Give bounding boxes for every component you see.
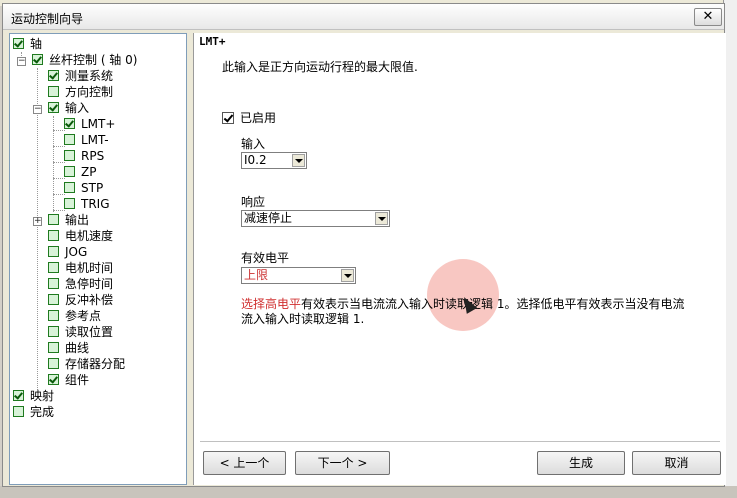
tree-item-zp[interactable]: ZP [64,165,96,181]
chevron-down-icon [375,212,388,225]
tree-item-direction[interactable]: 方向控制 [48,85,113,101]
tree-item-read-position[interactable]: 读取位置 [48,325,113,341]
tree-item-mapping[interactable]: 映射 [13,389,54,405]
enabled-label: 已启用 [240,111,277,125]
checkbox-icon [48,246,59,257]
expand-icon[interactable]: + [33,217,42,226]
tree-item-jog[interactable]: JOG [48,245,87,261]
checkbox-icon [48,214,59,225]
tree-item-component[interactable]: 组件 [48,373,89,389]
chevron-down-icon [292,154,305,167]
close-button[interactable]: ✕ [694,8,722,26]
checkbox-icon [48,310,59,321]
collapse-icon[interactable]: − [33,105,42,114]
checkbox-icon [64,198,75,209]
check-icon [48,102,59,113]
checkbox-icon [64,182,75,193]
tree-item-motor-speed[interactable]: 电机速度 [48,229,113,245]
tree-item-rps[interactable]: RPS [64,149,104,165]
divider [200,441,720,442]
close-icon: ✕ [702,9,714,24]
check-icon [48,374,59,385]
checkbox-icon [48,278,59,289]
tree-item-memory-allocation[interactable]: 存储器分配 [48,357,125,373]
tree-item-output[interactable]: 输出 [48,213,89,229]
tree-item-motor-time[interactable]: 电机时间 [48,261,113,277]
enabled-checkbox[interactable]: 已启用 [222,109,276,126]
prev-button[interactable]: < 上一个 [203,451,286,475]
tree-item-ref-point[interactable]: 参考点 [48,309,101,325]
check-icon [13,38,24,49]
active-level-select[interactable]: 上限 [241,267,356,284]
checkbox-icon [48,326,59,337]
checkbox-icon [64,166,75,177]
checkbox-icon [13,406,24,417]
response-label: 响应 [241,195,266,209]
tree-item-backlash[interactable]: 反冲补偿 [48,293,113,309]
tree-item-estop-time[interactable]: 急停时间 [48,277,113,293]
tree-item-stp[interactable]: STP [64,181,103,197]
tree-item-finish[interactable]: 完成 [13,405,54,421]
checkbox-icon [48,294,59,305]
tree-item-lmt-plus[interactable]: LMT+ [64,117,115,133]
cancel-button[interactable]: 取消 [632,451,721,475]
check-icon [64,118,75,129]
checkbox-icon [48,342,59,353]
tree-item-lmt-minus[interactable]: LMT- [64,133,109,149]
title-bar: 运动控制向导 ✕ [3,4,724,30]
input-select[interactable]: I0.2 [241,152,307,169]
checkbox-icon [48,86,59,97]
collapse-icon[interactable]: − [17,57,26,66]
tree-item-trig[interactable]: TRIG [64,197,110,213]
content-panel: LMT+ 此输入是正方向运动行程的最大限值. 已启用 输入 I0.2 响应 减速… [193,33,726,485]
page-title: LMT+ [199,35,226,48]
level-label: 有效电平 [241,251,290,265]
input-label: 输入 [241,137,266,151]
background-app-bottom [0,486,737,498]
check-icon [48,70,59,81]
check-icon [222,112,234,124]
tree-item-curve[interactable]: 曲线 [48,341,89,357]
page-description: 此输入是正方向运动行程的最大限值. [222,60,418,74]
tree-item-input[interactable]: 输入 [48,101,89,117]
checkbox-icon [64,150,75,161]
next-button[interactable]: 下一个 > [295,451,390,475]
checkbox-icon [64,134,75,145]
wizard-tree: 轴 − 丝杆控制 ( 轴 0) 测量系统 方向控制 − 输入 LMT+ LMT-… [9,33,187,485]
check-icon [13,390,24,401]
checkbox-icon [48,358,59,369]
tree-item-measure[interactable]: 测量系统 [48,69,113,85]
checkbox-icon [48,230,59,241]
check-icon [32,54,43,65]
checkbox-icon [48,262,59,273]
tree-item-axis[interactable]: 轴 [13,37,42,53]
response-select[interactable]: 减速停止 [241,210,390,227]
motion-control-wizard-dialog: 运动控制向导 ✕ 轴 − 丝杆控制 ( 轴 0) 测量系统 方向控制 − 输入 … [2,3,726,487]
window-title: 运动控制向导 [11,12,84,26]
chevron-down-icon [341,269,354,282]
tree-item-screw-control[interactable]: 丝杆控制 ( 轴 0) [32,53,137,69]
generate-button[interactable]: 生成 [537,451,625,475]
